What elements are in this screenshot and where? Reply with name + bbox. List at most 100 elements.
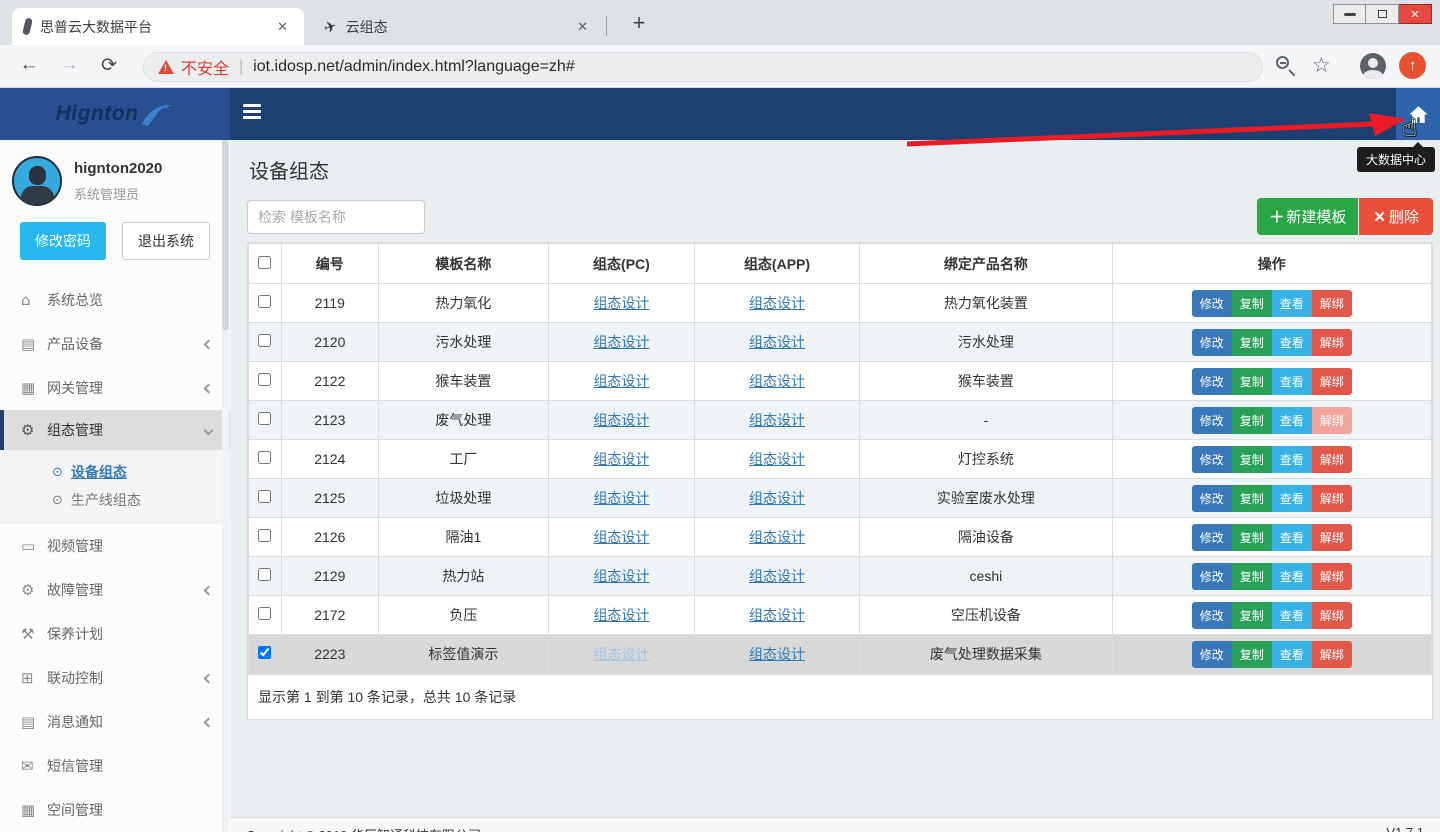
select-all-checkbox[interactable] (258, 256, 271, 269)
row-checkbox[interactable] (258, 334, 271, 347)
edit-button[interactable]: 修改 (1192, 641, 1232, 668)
unbind-button[interactable]: 解绑 (1312, 641, 1352, 668)
logout-button[interactable]: 退出系统 (122, 222, 210, 260)
view-button[interactable]: 查看 (1272, 485, 1312, 512)
copy-button[interactable]: 复制 (1232, 602, 1272, 629)
back-icon[interactable]: ← (16, 54, 42, 76)
sidebar-scrollbar[interactable] (222, 140, 229, 832)
row-checkbox[interactable] (258, 412, 271, 425)
bookmark-star-icon[interactable]: ☆ (1312, 53, 1331, 78)
tab2-close-icon[interactable]: ✕ (573, 17, 592, 37)
pc-config-link[interactable]: 组态设计 (593, 295, 649, 311)
app-config-link[interactable]: 组态设计 (749, 451, 805, 467)
app-config-link[interactable]: 组态设计 (749, 646, 805, 662)
sidebar-subitem[interactable]: ⊙设备组态 (0, 458, 230, 486)
minimize-button[interactable] (1333, 4, 1366, 24)
app-config-link[interactable]: 组态设计 (749, 334, 805, 350)
close-button[interactable]: ✕ (1399, 4, 1432, 24)
sidebar-item-9[interactable]: ✉短信管理 (0, 744, 230, 788)
unbind-button[interactable]: 解绑 (1312, 563, 1352, 590)
tab-cloud-config[interactable]: ✈ 云组态 ✕ (312, 8, 604, 45)
copy-button[interactable]: 复制 (1232, 368, 1272, 395)
edit-button[interactable]: 修改 (1192, 329, 1232, 356)
unbind-button[interactable]: 解绑 (1312, 407, 1352, 434)
forward-icon[interactable]: → (56, 54, 82, 76)
app-config-link[interactable]: 组态设计 (749, 529, 805, 545)
sidebar-item-2[interactable]: ▦网关管理 (0, 366, 230, 410)
pc-config-link[interactable]: 组态设计 (593, 568, 649, 584)
sidebar-item-10[interactable]: ▦空间管理 (0, 788, 230, 832)
row-checkbox[interactable] (258, 373, 271, 386)
restore-button[interactable] (1366, 4, 1399, 24)
view-button[interactable]: 查看 (1272, 329, 1312, 356)
pc-config-link[interactable]: 组态设计 (593, 646, 649, 662)
view-button[interactable]: 查看 (1272, 563, 1312, 590)
row-checkbox[interactable] (258, 568, 271, 581)
view-button[interactable]: 查看 (1272, 290, 1312, 317)
unbind-button[interactable]: 解绑 (1312, 446, 1352, 473)
edit-button[interactable]: 修改 (1192, 602, 1232, 629)
copy-button[interactable]: 复制 (1232, 563, 1272, 590)
app-config-link[interactable]: 组态设计 (749, 295, 805, 311)
sidebar-item-3[interactable]: ⚙组态管理 (0, 410, 230, 450)
copy-button[interactable]: 复制 (1232, 446, 1272, 473)
unbind-button[interactable]: 解绑 (1312, 524, 1352, 551)
sidebar-item-5[interactable]: ⚙故障管理 (0, 568, 230, 612)
sidebar-item-4[interactable]: ▭视频管理 (0, 524, 230, 568)
row-checkbox[interactable] (258, 490, 271, 503)
edit-button[interactable]: 修改 (1192, 524, 1232, 551)
url-text[interactable]: iot.idosp.net/admin/index.html?language=… (253, 58, 575, 76)
tab1-close-icon[interactable]: ✕ (273, 17, 292, 37)
edit-button[interactable]: 修改 (1192, 368, 1232, 395)
row-checkbox[interactable] (258, 607, 271, 620)
address-bar[interactable]: 不安全 | iot.idosp.net/admin/index.html?lan… (143, 52, 1263, 82)
sidebar-item-1[interactable]: ▤产品设备 (0, 322, 230, 366)
new-tab-button[interactable]: + (624, 10, 654, 38)
sidebar-item-6[interactable]: ⚒保养计划 (0, 612, 230, 656)
change-password-button[interactable]: 修改密码 (20, 222, 106, 260)
sidebar-item-7[interactable]: ⊞联动控制 (0, 656, 230, 700)
sidebar-subitem[interactable]: ⊙生产线组态 (0, 486, 230, 514)
new-template-button[interactable]: ＋新建模板 (1257, 198, 1358, 235)
tab-platform[interactable]: 思普云大数据平台 ✕ (12, 8, 304, 45)
unbind-button[interactable]: 解绑 (1312, 602, 1352, 629)
pc-config-link[interactable]: 组态设计 (593, 334, 649, 350)
app-config-link[interactable]: 组态设计 (749, 490, 805, 506)
profile-avatar-icon[interactable] (1360, 53, 1386, 79)
unbind-button[interactable]: 解绑 (1312, 485, 1352, 512)
hamburger-menu-icon[interactable] (243, 104, 263, 122)
unbind-button[interactable]: 解绑 (1312, 290, 1352, 317)
copy-button[interactable]: 复制 (1232, 290, 1272, 317)
zoom-out-icon[interactable] (1276, 56, 1289, 69)
unbind-button[interactable]: 解绑 (1312, 329, 1352, 356)
pc-config-link[interactable]: 组态设计 (593, 607, 649, 623)
delete-button[interactable]: ✕删除 (1359, 198, 1433, 235)
pc-config-link[interactable]: 组态设计 (593, 373, 649, 389)
row-checkbox[interactable] (258, 295, 271, 308)
reload-icon[interactable]: ⟳ (96, 54, 122, 77)
edit-button[interactable]: 修改 (1192, 563, 1232, 590)
security-warning-label[interactable]: 不安全 (181, 55, 229, 79)
pc-config-link[interactable]: 组态设计 (593, 451, 649, 467)
sidebar-scrollbar-thumb[interactable] (222, 140, 229, 330)
search-input[interactable] (247, 200, 425, 234)
unbind-button[interactable]: 解绑 (1312, 368, 1352, 395)
row-checkbox[interactable] (258, 529, 271, 542)
sidebar-item-0[interactable]: ⌂系统总览 (0, 278, 230, 322)
row-checkbox[interactable] (258, 451, 271, 464)
app-config-link[interactable]: 组态设计 (749, 412, 805, 428)
copy-button[interactable]: 复制 (1232, 329, 1272, 356)
edit-button[interactable]: 修改 (1192, 485, 1232, 512)
copy-button[interactable]: 复制 (1232, 485, 1272, 512)
row-checkbox[interactable] (258, 646, 271, 659)
copy-button[interactable]: 复制 (1232, 407, 1272, 434)
app-config-link[interactable]: 组态设计 (749, 607, 805, 623)
browser-update-icon[interactable]: ↑ (1399, 52, 1426, 79)
view-button[interactable]: 查看 (1272, 407, 1312, 434)
sidebar-item-8[interactable]: ▤消息通知 (0, 700, 230, 744)
view-button[interactable]: 查看 (1272, 602, 1312, 629)
edit-button[interactable]: 修改 (1192, 407, 1232, 434)
copy-button[interactable]: 复制 (1232, 641, 1272, 668)
view-button[interactable]: 查看 (1272, 446, 1312, 473)
app-config-link[interactable]: 组态设计 (749, 373, 805, 389)
